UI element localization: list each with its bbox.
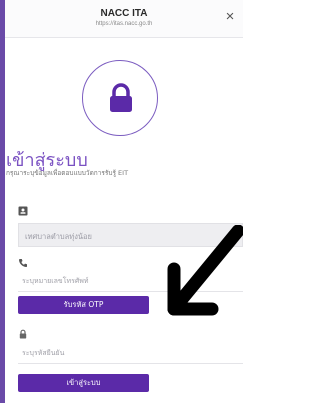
login-button[interactable]: เข้าสู่ระบบ (18, 374, 149, 392)
left-edge-strip (0, 0, 5, 403)
page-header-url: https://itas.nacc.go.th (95, 21, 153, 27)
otp-field-placeholder: ระบุรหัสยืนยัน (22, 349, 65, 357)
lock-small-icon (19, 329, 27, 339)
close-icon[interactable]: × (223, 9, 237, 24)
page-header-title: NACC ITA (100, 8, 148, 19)
phone-field-placeholder: ระบุหมายเลขโทรศัพท์ (22, 277, 89, 285)
lock-badge (82, 60, 158, 136)
otp-field[interactable]: ระบุรหัสยืนยัน (18, 342, 243, 364)
organization-field-value: เทศบาลตำบลทุ่งน้อย (25, 232, 92, 241)
phone-icon (19, 259, 27, 267)
arrow-annotation (167, 225, 243, 316)
request-otp-button[interactable]: รับรหัส OTP (18, 296, 149, 314)
lock-icon (110, 83, 132, 112)
page-header: NACC ITA https://itas.nacc.go.th × (5, 0, 243, 38)
id-card-icon (18, 206, 28, 216)
page-subtitle: กรุณาระบุข้อมูลเพื่อตอบแบบวัดการรับรู้ E… (6, 169, 129, 177)
